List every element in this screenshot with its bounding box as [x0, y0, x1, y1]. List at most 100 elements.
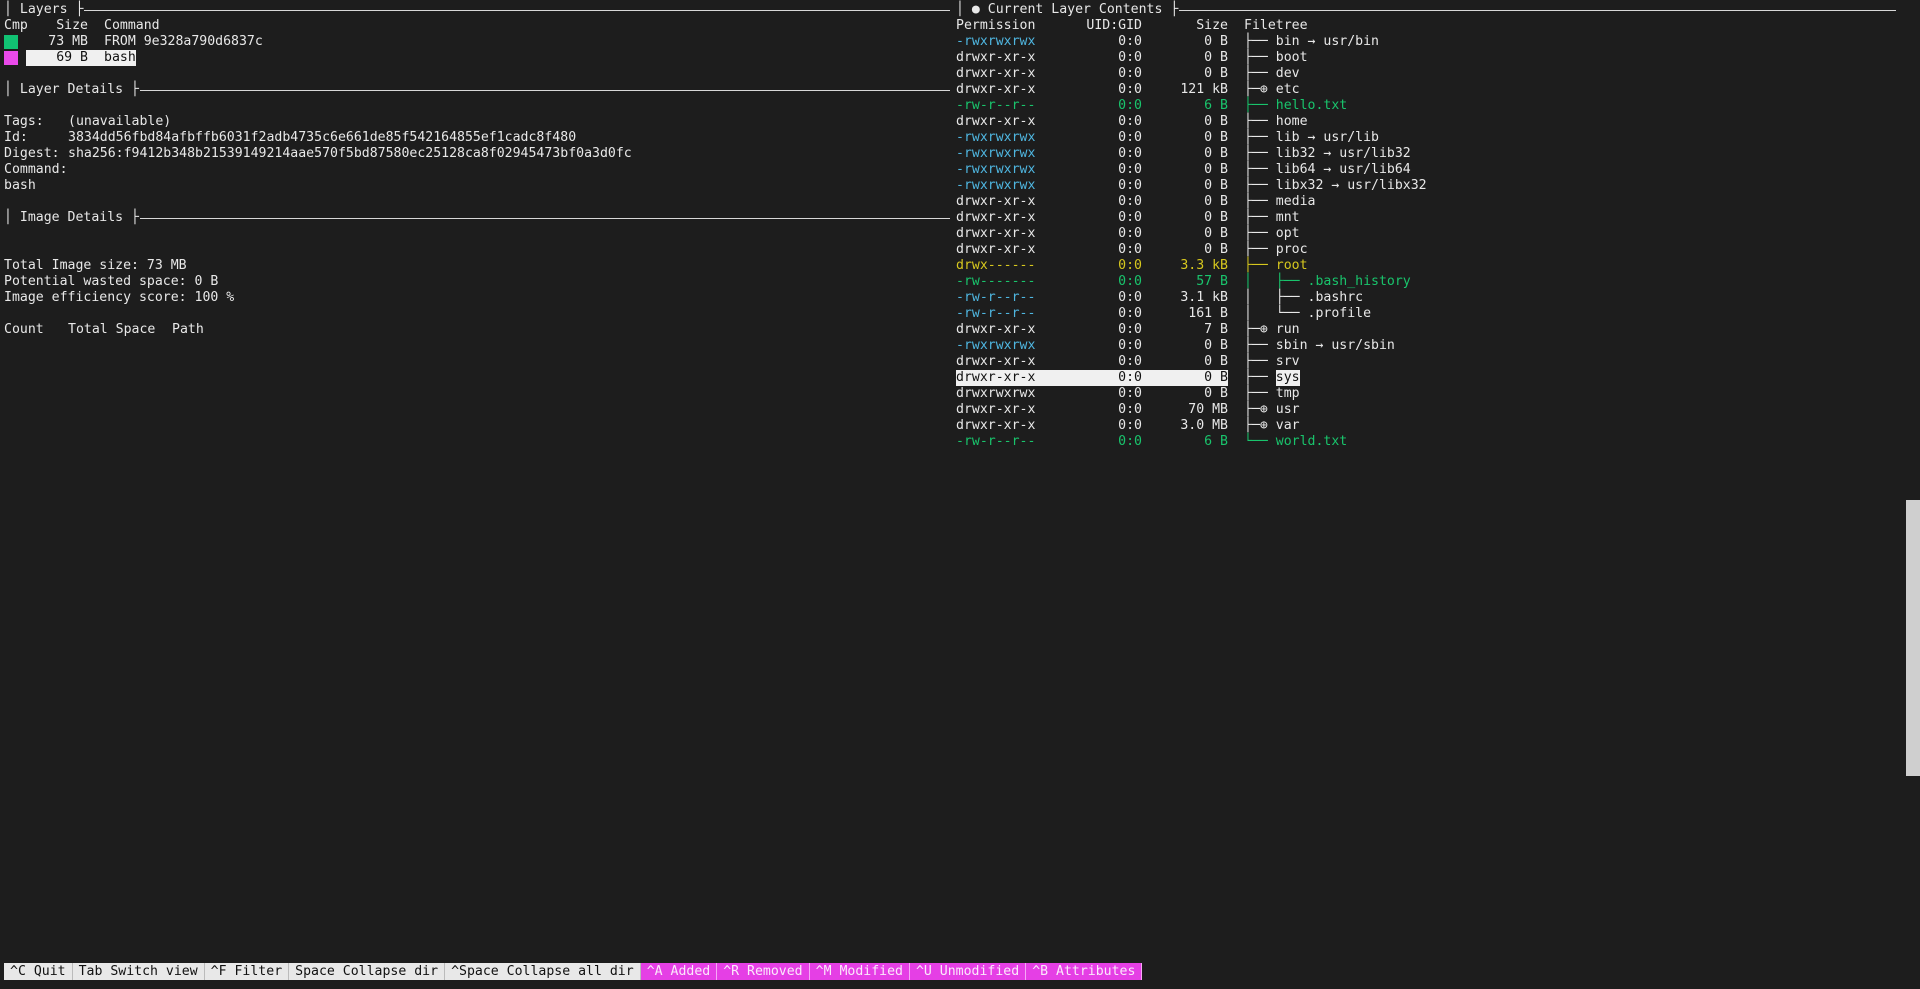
file-size: 0 B — [1204, 50, 1228, 65]
filetree-row[interactable]: drwxr-xr-x 0:0 121 kB ├─⊕ etc — [956, 82, 1896, 98]
file-permission: -rwxrwxrwx — [956, 178, 1036, 193]
file-size: 121 kB — [1180, 82, 1228, 97]
layer-color-swatch — [4, 35, 18, 49]
file-uidgid: 0:0 — [1118, 386, 1142, 401]
file-uidgid: 0:0 — [1118, 242, 1142, 257]
file-tree-name: ├── proc — [1244, 242, 1308, 257]
file-tree-name: ├── lib32 → usr/lib32 — [1244, 146, 1411, 161]
header-bar-right: ├ — [123, 210, 139, 225]
filetree-row[interactable]: drwxr-xr-x 0:0 0 B ├── proc — [956, 242, 1896, 258]
filetree-row[interactable]: drwxr-xr-x 0:0 0 B ├── opt — [956, 226, 1896, 242]
layer-details-header: │ Layer Details ├ — [4, 82, 950, 98]
filetree-row[interactable]: -rwxrwxrwx 0:0 0 B ├── bin → usr/bin — [956, 34, 1896, 50]
command-label: Command: — [4, 162, 68, 177]
file-tree-name: ├── opt — [1244, 226, 1300, 241]
filetree-row[interactable]: drwxr-xr-x 0:0 0 B ├── boot — [956, 50, 1896, 66]
layer-row-selected[interactable]: 69 B bash — [4, 50, 950, 66]
shortcut-space-collapse-all-dir[interactable]: ^Space Collapse all dir — [445, 963, 641, 980]
file-permission: drwxr-xr-x — [956, 242, 1036, 257]
file-uidgid: 0:0 — [1118, 114, 1142, 129]
image-details-header: │ Image Details ├ — [4, 210, 950, 226]
file-tree-name: ├── root — [1244, 258, 1308, 273]
shortcut-m-modified[interactable]: ^M Modified — [809, 963, 910, 980]
file-size: 0 B — [1204, 210, 1228, 225]
id-value: 3834dd56fbd84afbffb6031f2adb4735c6e661de… — [68, 130, 577, 145]
filetree-row[interactable]: -rw-r--r-- 0:0 3.1 kB │ ├── .bashrc — [956, 290, 1896, 306]
shortcut-c-quit[interactable]: ^C Quit — [4, 963, 73, 980]
header-bar-left: │ — [4, 82, 20, 97]
file-permission: drwxr-xr-x — [956, 354, 1036, 369]
layers-header: │ Layers ├ — [4, 2, 950, 18]
filetree[interactable]: -rwxrwxrwx 0:0 0 B ├── bin → usr/bin drwxr-x… — [956, 34, 1896, 450]
col-uidgid: UID:GID — [1086, 18, 1142, 33]
filetree-row[interactable]: drwxrwxrwx 0:0 0 B ├── tmp — [956, 386, 1896, 402]
file-size: 0 B — [1204, 194, 1228, 209]
filetree-row[interactable]: drwxr-xr-x 0:0 7 B ├─⊕ run — [956, 322, 1896, 338]
left-pane: │ Layers ├ Cmp Size Command 73 MB FROM 9… — [4, 2, 950, 338]
file-size: 7 B — [1204, 322, 1228, 337]
shortcut-tab-switch-view[interactable]: Tab Switch view — [72, 963, 205, 980]
scrollbar[interactable] — [1906, 500, 1920, 776]
filetree-row[interactable]: drwxr-xr-x 0:0 0 B ├── mnt — [956, 210, 1896, 226]
file-tree-name: ├─⊕ usr — [1244, 402, 1300, 417]
file-tree-name: ├── home — [1244, 114, 1308, 129]
col-cmp: Cmp — [4, 18, 28, 33]
filetree-row[interactable]: drwxr-xr-x 0:0 0 B ├── dev — [956, 66, 1896, 82]
file-permission: drwxr-xr-x — [956, 66, 1036, 81]
col-path: Path — [172, 322, 204, 337]
file-permission: drwx------ — [956, 258, 1036, 273]
filetree-row[interactable]: -rwxrwxrwx 0:0 0 B ├── libx32 → usr/libx32 — [956, 178, 1896, 194]
filetree-row[interactable]: -rwxrwxrwx 0:0 0 B ├── lib32 → usr/lib32 — [956, 146, 1896, 162]
file-size: 0 B — [1204, 146, 1228, 161]
shortcut-a-added[interactable]: ^A Added — [640, 963, 718, 980]
shortcut-b-attributes[interactable]: ^B Attributes — [1026, 963, 1143, 980]
file-tree-name: ├── tmp — [1244, 386, 1300, 401]
file-permission: drwxr-xr-x — [956, 210, 1036, 225]
col-total-space: Total Space — [68, 322, 156, 337]
file-uidgid: 0:0 — [1118, 130, 1142, 145]
filetree-row[interactable]: drwxr-xr-x 0:0 3.0 MB ├─⊕ var — [956, 418, 1896, 434]
filetree-row[interactable]: -rwxrwxrwx 0:0 0 B ├── lib → usr/lib — [956, 130, 1896, 146]
digest-value: sha256:f9412b348b21539149214aae570f5bd87… — [68, 146, 632, 161]
filetree-row[interactable]: -rw------- 0:0 57 B │ ├── .bash_history — [956, 274, 1896, 290]
filetree-row[interactable]: -rwxrwxrwx 0:0 0 B ├── lib64 → usr/lib64 — [956, 162, 1896, 178]
file-uidgid: 0:0 — [1118, 354, 1142, 369]
file-permission: drwxr-xr-x — [956, 402, 1036, 417]
command-value: bash — [4, 178, 36, 193]
file-size: 0 B — [1142, 370, 1228, 386]
file-permission: drwxr-xr-x — [956, 82, 1036, 97]
file-size: 0 B — [1204, 130, 1228, 145]
file-permission: -rwxrwxrwx — [956, 162, 1036, 177]
shortcut-r-removed[interactable]: ^R Removed — [717, 963, 810, 980]
filetree-row[interactable]: drwxr-xr-x 0:0 0 B ├── sys — [956, 370, 1896, 386]
shortcut-u-unmodified[interactable]: ^U Unmodified — [909, 963, 1027, 980]
header-rule — [140, 217, 950, 219]
file-size: 0 B — [1204, 66, 1228, 81]
file-permission: -rwxrwxrwx — [956, 146, 1036, 161]
file-permission: drwxr-xr-x — [956, 114, 1036, 129]
file-tree-name: ├── boot — [1244, 50, 1308, 65]
filetree-row[interactable]: -rw-r--r-- 0:0 6 B └── world.txt — [956, 434, 1896, 450]
col-size: Size — [1196, 18, 1228, 33]
layer-row[interactable]: 73 MB FROM 9e328a790d6837c — [4, 34, 950, 50]
filetree-row[interactable]: drwxr-xr-x 0:0 0 B ├── srv — [956, 354, 1896, 370]
file-uidgid: 0:0 — [1118, 338, 1142, 353]
filetree-row[interactable]: -rw-r--r-- 0:0 161 B │ └── .profile — [956, 306, 1896, 322]
filetree-row[interactable]: drwxr-xr-x 0:0 70 MB ├─⊕ usr — [956, 402, 1896, 418]
shortcut-space-collapse-dir[interactable]: Space Collapse dir — [289, 963, 446, 980]
layers-title: Layers — [19, 2, 68, 17]
file-permission: drwxrwxrwx — [956, 386, 1036, 401]
filetree-row[interactable]: drwx------ 0:0 3.3 kB ├── root — [956, 258, 1896, 274]
file-permission: -rwxrwxrwx — [956, 34, 1036, 49]
status-bar: ^C Quit Tab Switch view ^F Filter Space Col… — [4, 963, 1143, 980]
filetree-row[interactable]: drwxr-xr-x 0:0 0 B ├── media — [956, 194, 1896, 210]
filetree-row[interactable]: -rw-r--r-- 0:0 6 B ├── hello.txt — [956, 98, 1896, 114]
filetree-row[interactable]: -rwxrwxrwx 0:0 0 B ├── sbin → usr/sbin — [956, 338, 1896, 354]
shortcut-f-filter[interactable]: ^F Filter — [204, 963, 290, 980]
file-uidgid: 0:0 — [1118, 434, 1142, 449]
file-permission: -rw-r--r-- — [956, 290, 1036, 305]
col-size: Size — [56, 18, 88, 33]
file-uidgid: 0:0 — [1118, 194, 1142, 209]
filetree-row[interactable]: drwxr-xr-x 0:0 0 B ├── home — [956, 114, 1896, 130]
col-permission: Permission — [956, 18, 1036, 33]
